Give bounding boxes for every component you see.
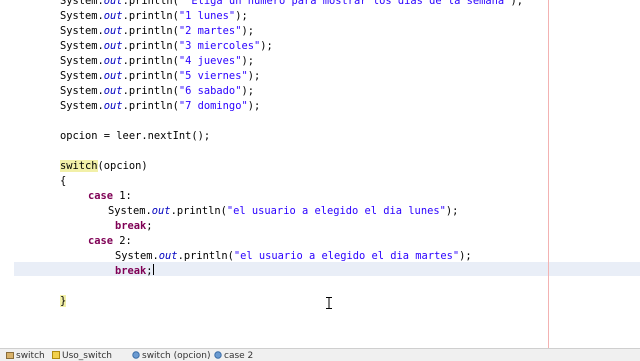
code-line[interactable]: break; — [115, 219, 153, 234]
code-token: System. — [60, 0, 104, 7]
print-margin-line — [548, 0, 549, 348]
code-line[interactable]: System.out.println("2 martes"); — [60, 24, 254, 39]
code-token: "6 sabado" — [178, 85, 242, 97]
code-token: .println( — [122, 40, 179, 52]
code-line[interactable]: case 1: — [88, 189, 132, 204]
code-token: out — [103, 40, 123, 52]
statement-icon — [132, 351, 140, 359]
code-token: System. — [60, 10, 104, 22]
code-token: ); — [260, 40, 273, 52]
code-token: "el usuario a elegido el dia lunes" — [226, 205, 446, 217]
code-token: break — [115, 220, 147, 232]
code-token: out — [103, 55, 123, 67]
code-token: .println( — [122, 100, 179, 112]
code-line[interactable]: break; — [115, 264, 154, 279]
code-token: System. — [60, 100, 104, 112]
code-token: .println( — [122, 70, 179, 82]
statement-icon — [214, 351, 222, 359]
code-token: ); — [459, 250, 472, 262]
code-token: (opcion) — [97, 160, 148, 172]
code-token: System. — [108, 205, 152, 217]
code-token: ); — [247, 100, 261, 112]
code-token: .println( — [122, 10, 179, 22]
code-token: ; — [146, 220, 153, 232]
code-token: case — [88, 190, 114, 202]
code-line[interactable]: switch(opcion) — [60, 159, 148, 174]
code-token: ); — [241, 55, 254, 67]
code-token: .println( — [122, 85, 179, 97]
code-editor[interactable]: System.out.println(" Eliga un numero par… — [0, 0, 640, 348]
code-line[interactable]: System.out.println("el usuario a elegido… — [108, 204, 458, 219]
current-line-highlight — [14, 262, 640, 276]
code-token: System. — [60, 25, 104, 37]
code-token: ); — [241, 25, 254, 37]
code-token: System. — [60, 55, 104, 67]
code-line[interactable]: System.out.println("5 viernes"); — [60, 69, 260, 84]
code-token: case — [88, 235, 114, 247]
code-line[interactable]: System.out.println("6 sabado"); — [60, 84, 254, 99]
code-token: " Eliga un numero para mostrar los dias … — [178, 0, 511, 7]
code-token: .println( — [122, 25, 179, 37]
code-token: out — [103, 85, 123, 97]
code-token: out — [103, 70, 123, 82]
code-token: out — [103, 0, 123, 7]
code-token: { — [60, 175, 67, 187]
code-token: out — [103, 25, 123, 37]
code-token: ); — [445, 205, 459, 217]
code-token: .println( — [122, 55, 179, 67]
code-line[interactable]: { — [60, 174, 66, 189]
code-token: "7 domingo" — [178, 100, 248, 112]
code-token: "el usuario a elegido el dia martes" — [233, 250, 460, 262]
code-token: out — [158, 250, 178, 262]
code-line[interactable]: System.out.println(" Eliga un numero par… — [60, 0, 523, 9]
code-line[interactable]: System.out.println("4 jueves"); — [60, 54, 254, 69]
code-token: "4 jueves" — [178, 55, 242, 67]
code-token: .println( — [177, 250, 234, 262]
code-token: "2 martes" — [178, 25, 242, 37]
code-token: "1 lunes" — [178, 10, 236, 22]
code-line[interactable]: System.out.println("3 miercoles"); — [60, 39, 273, 54]
code-token: System. — [60, 70, 104, 82]
code-token: switch — [60, 160, 98, 172]
code-token: 1: — [113, 190, 132, 202]
code-token: out — [103, 100, 123, 112]
code-token: System. — [60, 40, 104, 52]
code-token: "5 viernes" — [178, 70, 248, 82]
code-token: System. — [115, 250, 159, 262]
code-token: ); — [235, 10, 248, 22]
code-line[interactable]: System.out.println("el usuario a elegido… — [115, 249, 472, 264]
code-token: ); — [510, 0, 523, 7]
package-icon — [6, 351, 14, 359]
code-token: out — [103, 10, 123, 22]
code-token: System. — [60, 85, 104, 97]
code-line[interactable]: } — [60, 294, 67, 309]
code-token: break — [115, 265, 147, 277]
code-token: .println( — [170, 205, 227, 217]
code-token: 2: — [113, 235, 132, 247]
class-icon — [52, 351, 60, 359]
code-line[interactable]: case 2: — [88, 234, 132, 249]
code-line[interactable]: System.out.println("1 lunes"); — [60, 9, 248, 24]
code-token: ); — [247, 70, 261, 82]
editor-gutter — [0, 0, 12, 348]
code-token: .println( — [122, 0, 179, 7]
text-caret — [152, 264, 154, 275]
code-token: } — [60, 295, 67, 307]
code-line[interactable]: System.out.println("7 domingo"); — [60, 99, 260, 114]
code-token: out — [151, 205, 171, 217]
text-cursor-icon — [326, 297, 332, 309]
code-line[interactable]: opcion = leer.nextInt(); — [60, 129, 210, 144]
code-token: ); — [241, 85, 254, 97]
breadcrumb: switch Uso_switch switch (opcion) case 2 — [0, 348, 640, 361]
code-token: "3 miercoles" — [178, 40, 261, 52]
code-token: opcion = leer.nextInt(); — [60, 130, 211, 142]
